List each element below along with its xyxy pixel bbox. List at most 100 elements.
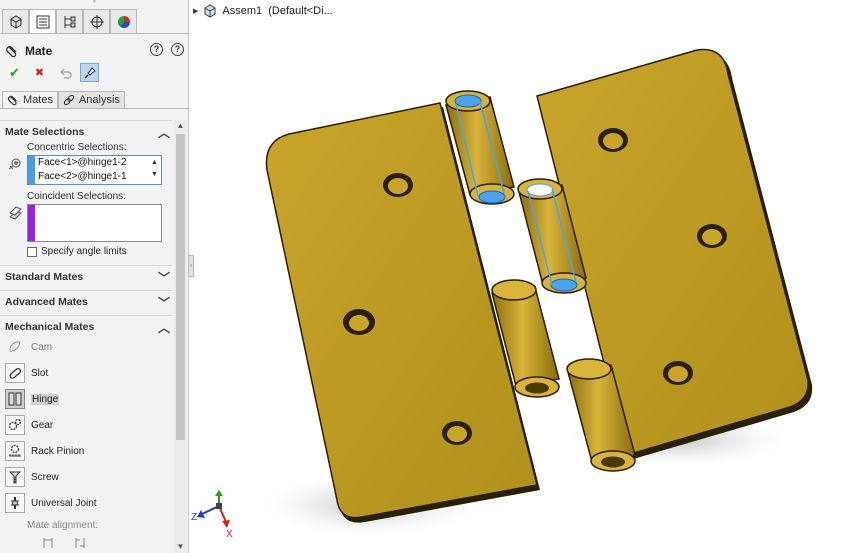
aligned-icon[interactable] [41, 536, 55, 550]
undo-button[interactable] [55, 63, 74, 82]
selected-face[interactable] [478, 190, 506, 204]
manager-tabs [0, 9, 137, 35]
list-spinner[interactable]: ▲ ▼ [149, 157, 160, 183]
tab-analysis[interactable]: Analysis [57, 91, 125, 109]
chevron-down-icon: ﹀ [157, 271, 170, 285]
property-manager-icon [36, 15, 49, 28]
concentric-item[interactable]: Face<2>@hinge1-1 [28, 170, 161, 184]
tab-mates[interactable]: Mates [2, 91, 58, 109]
x-axis-label: X [226, 529, 233, 540]
assembly-icon [204, 4, 216, 18]
feature-manager-icon [10, 14, 21, 29]
scroll-down-arrow[interactable]: ▼ [174, 541, 187, 553]
property-manager-panel: ° Mate ? ? ✔ ✖ Mates Analysis Mate Selec… [0, 0, 189, 553]
pm-actions: ✔ ✖ [5, 63, 99, 82]
chevron-up-icon: ︿ [157, 321, 170, 335]
screw-icon [5, 467, 25, 487]
scroll-thumb[interactable] [176, 134, 185, 440]
whats-wrong-icon[interactable]: ? [171, 43, 184, 56]
mate-option-gear[interactable]: Gear [5, 414, 53, 436]
assembly-name: Assem1 (Default<Di... [222, 5, 333, 17]
tab-dimxpert-manager[interactable] [83, 9, 110, 33]
anti-aligned-icon[interactable] [73, 536, 87, 550]
cam-icon [5, 337, 25, 357]
z-axis-label: Z [191, 512, 197, 523]
rack-pinion-icon [5, 441, 25, 461]
section-mechanical-mates[interactable]: Mechanical Mates ︿ [0, 315, 172, 337]
angle-limits-checkbox[interactable] [27, 246, 37, 257]
ok-button[interactable]: ✔ [5, 63, 24, 82]
mate-option-universal-joint[interactable]: Universal Joint [5, 492, 97, 514]
mate-option-label: Gear [31, 419, 54, 431]
cancel-button[interactable]: ✖ [30, 63, 49, 82]
help-icon[interactable]: ? [150, 43, 163, 56]
checkmark-icon: ✔ [9, 64, 20, 80]
concentric-item[interactable]: Face<1>@hinge1-2 [28, 156, 161, 170]
mate-option-cam[interactable]: Cam [5, 336, 52, 358]
concentric-color-bar [28, 156, 35, 184]
chevron-up-icon: ︿ [157, 126, 170, 140]
scroll-up-arrow[interactable]: ▲ [174, 120, 187, 132]
hinge-icon [5, 389, 25, 409]
display-manager-icon [117, 15, 130, 28]
close-icon: ✖ [34, 67, 45, 79]
chevron-up-icon[interactable]: ▲ [149, 157, 160, 169]
mate-option-label: Universal Joint [31, 497, 97, 509]
configuration-manager-icon [64, 15, 75, 28]
section-advanced-mates-label: Advanced Mates [5, 295, 88, 308]
universal-joint-icon [5, 493, 25, 513]
manager-tabs-divider [0, 33, 189, 34]
gear-icon [5, 415, 25, 435]
panel-scrollbar[interactable]: ▲ ▼ [174, 120, 187, 553]
mate-alignment-label: Mate alignment: [27, 520, 99, 531]
pm-tabs-divider [0, 108, 189, 109]
panel-drag-handle[interactable]: ° [0, 0, 189, 8]
tab-feature-manager[interactable] [2, 9, 29, 33]
chevron-down-icon: ﹀ [157, 296, 170, 310]
concentric-selections-label: Concentric Selections: [27, 142, 127, 153]
tab-configuration-manager[interactable] [56, 9, 83, 33]
angle-limits-row[interactable]: Specify angle limits [27, 246, 127, 257]
mate-option-hinge[interactable]: Hinge [5, 388, 60, 410]
undo-icon [59, 67, 72, 79]
coincident-color-bar [28, 205, 35, 241]
coincident-selections-list[interactable] [27, 204, 162, 242]
mate-option-slot[interactable]: Slot [5, 362, 48, 384]
section-advanced-mates[interactable]: Advanced Mates ﹀ [0, 290, 172, 312]
coincident-selections-label: Coincident Selections: [27, 191, 126, 202]
mate-option-label: Slot [31, 367, 49, 379]
pm-title: Mate [25, 44, 53, 58]
paperclip-icon [7, 95, 17, 106]
axis-triad: Z X [191, 490, 233, 540]
mate-option-label: Hinge [31, 393, 60, 405]
link-icon [63, 94, 75, 106]
tab-mates-label: Mates [23, 94, 53, 106]
tab-display-manager[interactable] [110, 9, 137, 33]
coincident-selection-icon [9, 206, 22, 220]
angle-limits-label: Specify angle limits [41, 246, 127, 257]
mate-option-rack-pinion[interactable]: Rack Pinion [5, 440, 84, 462]
pm-header: Mate ? ? [5, 43, 185, 59]
section-standard-mates[interactable]: Standard Mates ﹀ [0, 265, 172, 287]
mate-option-screw[interactable]: Screw [5, 466, 59, 488]
expand-arrow-icon[interactable]: ▶ [193, 7, 198, 15]
keep-visible-button[interactable] [80, 63, 99, 82]
graphics-viewport[interactable]: Z X [190, 0, 844, 553]
concentric-selections-list[interactable]: Face<1>@hinge1-2 Face<2>@hinge1-1 ▲ ▼ [27, 155, 162, 185]
slot-icon [5, 363, 25, 383]
dimxpert-manager-icon [89, 14, 104, 29]
feature-tree-flyout[interactable]: ▶ Assem1 (Default<Di... [193, 4, 333, 18]
section-standard-mates-label: Standard Mates [5, 270, 84, 283]
mate-option-label: Rack Pinion [31, 445, 85, 457]
selected-face[interactable] [550, 278, 578, 292]
paperclip-icon [6, 46, 17, 58]
section-mate-selections-label: Mate Selections [5, 125, 85, 138]
section-mechanical-mates-label: Mechanical Mates [5, 320, 95, 333]
chevron-down-icon[interactable]: ▼ [149, 169, 160, 181]
concentric-selection-icon [8, 158, 21, 170]
section-mate-selections[interactable]: Mate Selections ︿ [0, 120, 172, 142]
tab-property-manager[interactable] [29, 9, 56, 33]
mate-option-label: Screw [31, 471, 59, 483]
solidworks-window: ° Mate ? ? ✔ ✖ Mates Analysis Mate Selec… [0, 0, 844, 553]
pm-tabs: Mates Analysis [2, 91, 125, 109]
